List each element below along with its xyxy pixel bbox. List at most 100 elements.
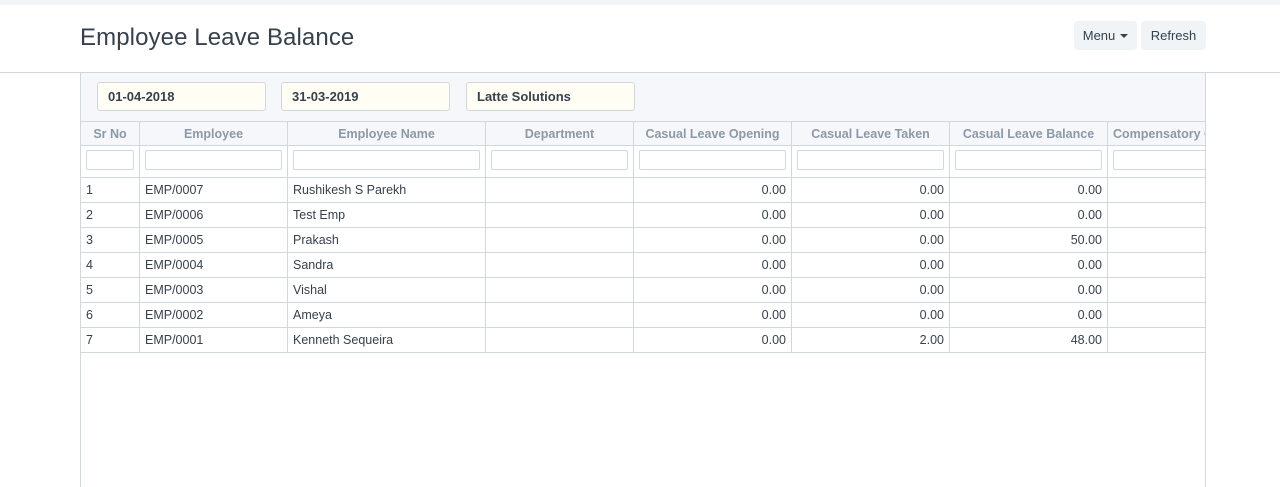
datatable: Sr No Employee Employee Name Department Casu… bbox=[81, 121, 1205, 487]
column-filter-input-employee-name[interactable] bbox=[293, 150, 480, 170]
from-date-field[interactable]: 01-04-2018 bbox=[97, 82, 266, 111]
table-row[interactable]: 7 EMP/0001 Kenneth Sequeira 0.00 2.00 48.00 bbox=[81, 328, 1205, 353]
table-cell-employee: EMP/0005 bbox=[140, 228, 288, 252]
table-cell-cl-taken: 0.00 bbox=[792, 278, 950, 302]
column-filter-cell bbox=[140, 146, 288, 177]
table-cell-department bbox=[486, 203, 634, 227]
table-cell-department bbox=[486, 253, 634, 277]
table-cell-employee-name: Test Emp bbox=[288, 203, 486, 227]
company-field[interactable]: Latte Solutions bbox=[466, 82, 635, 111]
table-cell-cl-opening: 0.00 bbox=[634, 253, 792, 277]
table-row[interactable]: 6 EMP/0002 Ameya 0.00 0.00 0.00 bbox=[81, 303, 1205, 328]
table-cell-comp-opening bbox=[1108, 228, 1205, 252]
table-cell-cl-balance: 0.00 bbox=[950, 203, 1108, 227]
column-filter-cell bbox=[792, 146, 950, 177]
table-cell-employee: EMP/0002 bbox=[140, 303, 288, 327]
column-header-cl-taken[interactable]: Casual Leave Taken bbox=[792, 122, 950, 145]
column-filter-cell bbox=[81, 146, 140, 177]
column-header-cl-balance[interactable]: Casual Leave Balance bbox=[950, 122, 1108, 145]
table-row[interactable]: 1 EMP/0007 Rushikesh S Parekh 0.00 0.00 0.00 bbox=[81, 178, 1205, 203]
column-filter-input-cl-opening[interactable] bbox=[639, 150, 786, 170]
table-cell-comp-opening bbox=[1108, 303, 1205, 327]
table-cell-employee: EMP/0003 bbox=[140, 278, 288, 302]
table-cell-comp-opening bbox=[1108, 253, 1205, 277]
table-cell-employee-name: Kenneth Sequeira bbox=[288, 328, 486, 352]
table-cell-sr-no: 5 bbox=[81, 278, 140, 302]
menu-button[interactable]: Menu bbox=[1074, 21, 1137, 50]
table-cell-cl-taken: 0.00 bbox=[792, 178, 950, 202]
table-cell-employee-name: Sandra bbox=[288, 253, 486, 277]
table-cell-sr-no: 7 bbox=[81, 328, 140, 352]
column-header-sr-no[interactable]: Sr No bbox=[81, 122, 140, 145]
column-filter-cell bbox=[1108, 146, 1205, 177]
column-header-employee[interactable]: Employee bbox=[140, 122, 288, 145]
column-filter-cell bbox=[634, 146, 792, 177]
table-cell-cl-taken: 0.00 bbox=[792, 303, 950, 327]
table-cell-employee-name: Rushikesh S Parekh bbox=[288, 178, 486, 202]
table-cell-comp-opening bbox=[1108, 203, 1205, 227]
table-row[interactable]: 4 EMP/0004 Sandra 0.00 0.00 0.00 bbox=[81, 253, 1205, 278]
filter-bar: 01-04-2018 31-03-2019 Latte Solutions bbox=[81, 73, 1205, 121]
table-cell-cl-balance: 0.00 bbox=[950, 303, 1108, 327]
column-filter-input-cl-balance[interactable] bbox=[955, 150, 1102, 170]
column-filter-input-comp-opening[interactable] bbox=[1113, 150, 1205, 170]
table-row[interactable]: 2 EMP/0006 Test Emp 0.00 0.00 0.00 bbox=[81, 203, 1205, 228]
page-header: Employee Leave Balance Menu Refresh bbox=[0, 5, 1280, 73]
table-cell-sr-no: 3 bbox=[81, 228, 140, 252]
column-filter-cell bbox=[950, 146, 1108, 177]
table-cell-sr-no: 1 bbox=[81, 178, 140, 202]
table-cell-cl-balance: 0.00 bbox=[950, 253, 1108, 277]
table-cell-sr-no: 2 bbox=[81, 203, 140, 227]
table-cell-department bbox=[486, 178, 634, 202]
table-cell-cl-opening: 0.00 bbox=[634, 228, 792, 252]
column-filter-row bbox=[81, 146, 1205, 178]
column-filter-input-sr-no[interactable] bbox=[86, 150, 134, 170]
page-title: Employee Leave Balance bbox=[80, 24, 355, 51]
table-cell-cl-opening: 0.00 bbox=[634, 178, 792, 202]
table-cell-department bbox=[486, 278, 634, 302]
table-cell-cl-opening: 0.00 bbox=[634, 303, 792, 327]
column-filter-input-employee[interactable] bbox=[145, 150, 282, 170]
table-cell-employee: EMP/0006 bbox=[140, 203, 288, 227]
table-cell-department bbox=[486, 328, 634, 352]
table-cell-department bbox=[486, 228, 634, 252]
table-cell-cl-opening: 0.00 bbox=[634, 328, 792, 352]
column-header-employee-name[interactable]: Employee Name bbox=[288, 122, 486, 145]
table-cell-employee-name: Ameya bbox=[288, 303, 486, 327]
table-cell-comp-opening bbox=[1108, 178, 1205, 202]
table-cell-comp-opening bbox=[1108, 278, 1205, 302]
to-date-field[interactable]: 31-03-2019 bbox=[281, 82, 450, 111]
table-cell-cl-opening: 0.00 bbox=[634, 278, 792, 302]
table-cell-employee-name: Prakash bbox=[288, 228, 486, 252]
table-cell-employee: EMP/0001 bbox=[140, 328, 288, 352]
table-cell-sr-no: 4 bbox=[81, 253, 140, 277]
caret-down-icon bbox=[1120, 33, 1129, 38]
report-area: 01-04-2018 31-03-2019 Latte Solutions Sr… bbox=[80, 73, 1206, 487]
column-filter-input-department[interactable] bbox=[491, 150, 628, 170]
table-row[interactable]: 5 EMP/0003 Vishal 0.00 0.00 0.00 bbox=[81, 278, 1205, 303]
table-cell-employee: EMP/0007 bbox=[140, 178, 288, 202]
menu-button-label: Menu bbox=[1082, 28, 1116, 43]
column-header-comp-opening[interactable]: Compensatory Off Opening bbox=[1108, 122, 1205, 145]
table-row[interactable]: 3 EMP/0005 Prakash 0.00 0.00 50.00 bbox=[81, 228, 1205, 253]
table-header-row: Sr No Employee Employee Name Department Casu… bbox=[81, 121, 1205, 146]
table-cell-cl-taken: 0.00 bbox=[792, 228, 950, 252]
table-cell-comp-opening bbox=[1108, 328, 1205, 352]
table-cell-cl-balance: 0.00 bbox=[950, 278, 1108, 302]
table-cell-cl-balance: 50.00 bbox=[950, 228, 1108, 252]
table-cell-cl-taken: 0.00 bbox=[792, 253, 950, 277]
table-cell-cl-taken: 2.00 bbox=[792, 328, 950, 352]
refresh-button[interactable]: Refresh bbox=[1141, 21, 1206, 50]
table-cell-cl-balance: 48.00 bbox=[950, 328, 1108, 352]
table-cell-cl-balance: 0.00 bbox=[950, 178, 1108, 202]
table-cell-department bbox=[486, 303, 634, 327]
table-cell-sr-no: 6 bbox=[81, 303, 140, 327]
table-cell-cl-taken: 0.00 bbox=[792, 203, 950, 227]
column-filter-cell bbox=[486, 146, 634, 177]
column-header-department[interactable]: Department bbox=[486, 122, 634, 145]
table-cell-cl-opening: 0.00 bbox=[634, 203, 792, 227]
table-cell-employee-name: Vishal bbox=[288, 278, 486, 302]
table-cell-employee: EMP/0004 bbox=[140, 253, 288, 277]
column-filter-input-cl-taken[interactable] bbox=[797, 150, 944, 170]
column-header-cl-opening[interactable]: Casual Leave Opening bbox=[634, 122, 792, 145]
